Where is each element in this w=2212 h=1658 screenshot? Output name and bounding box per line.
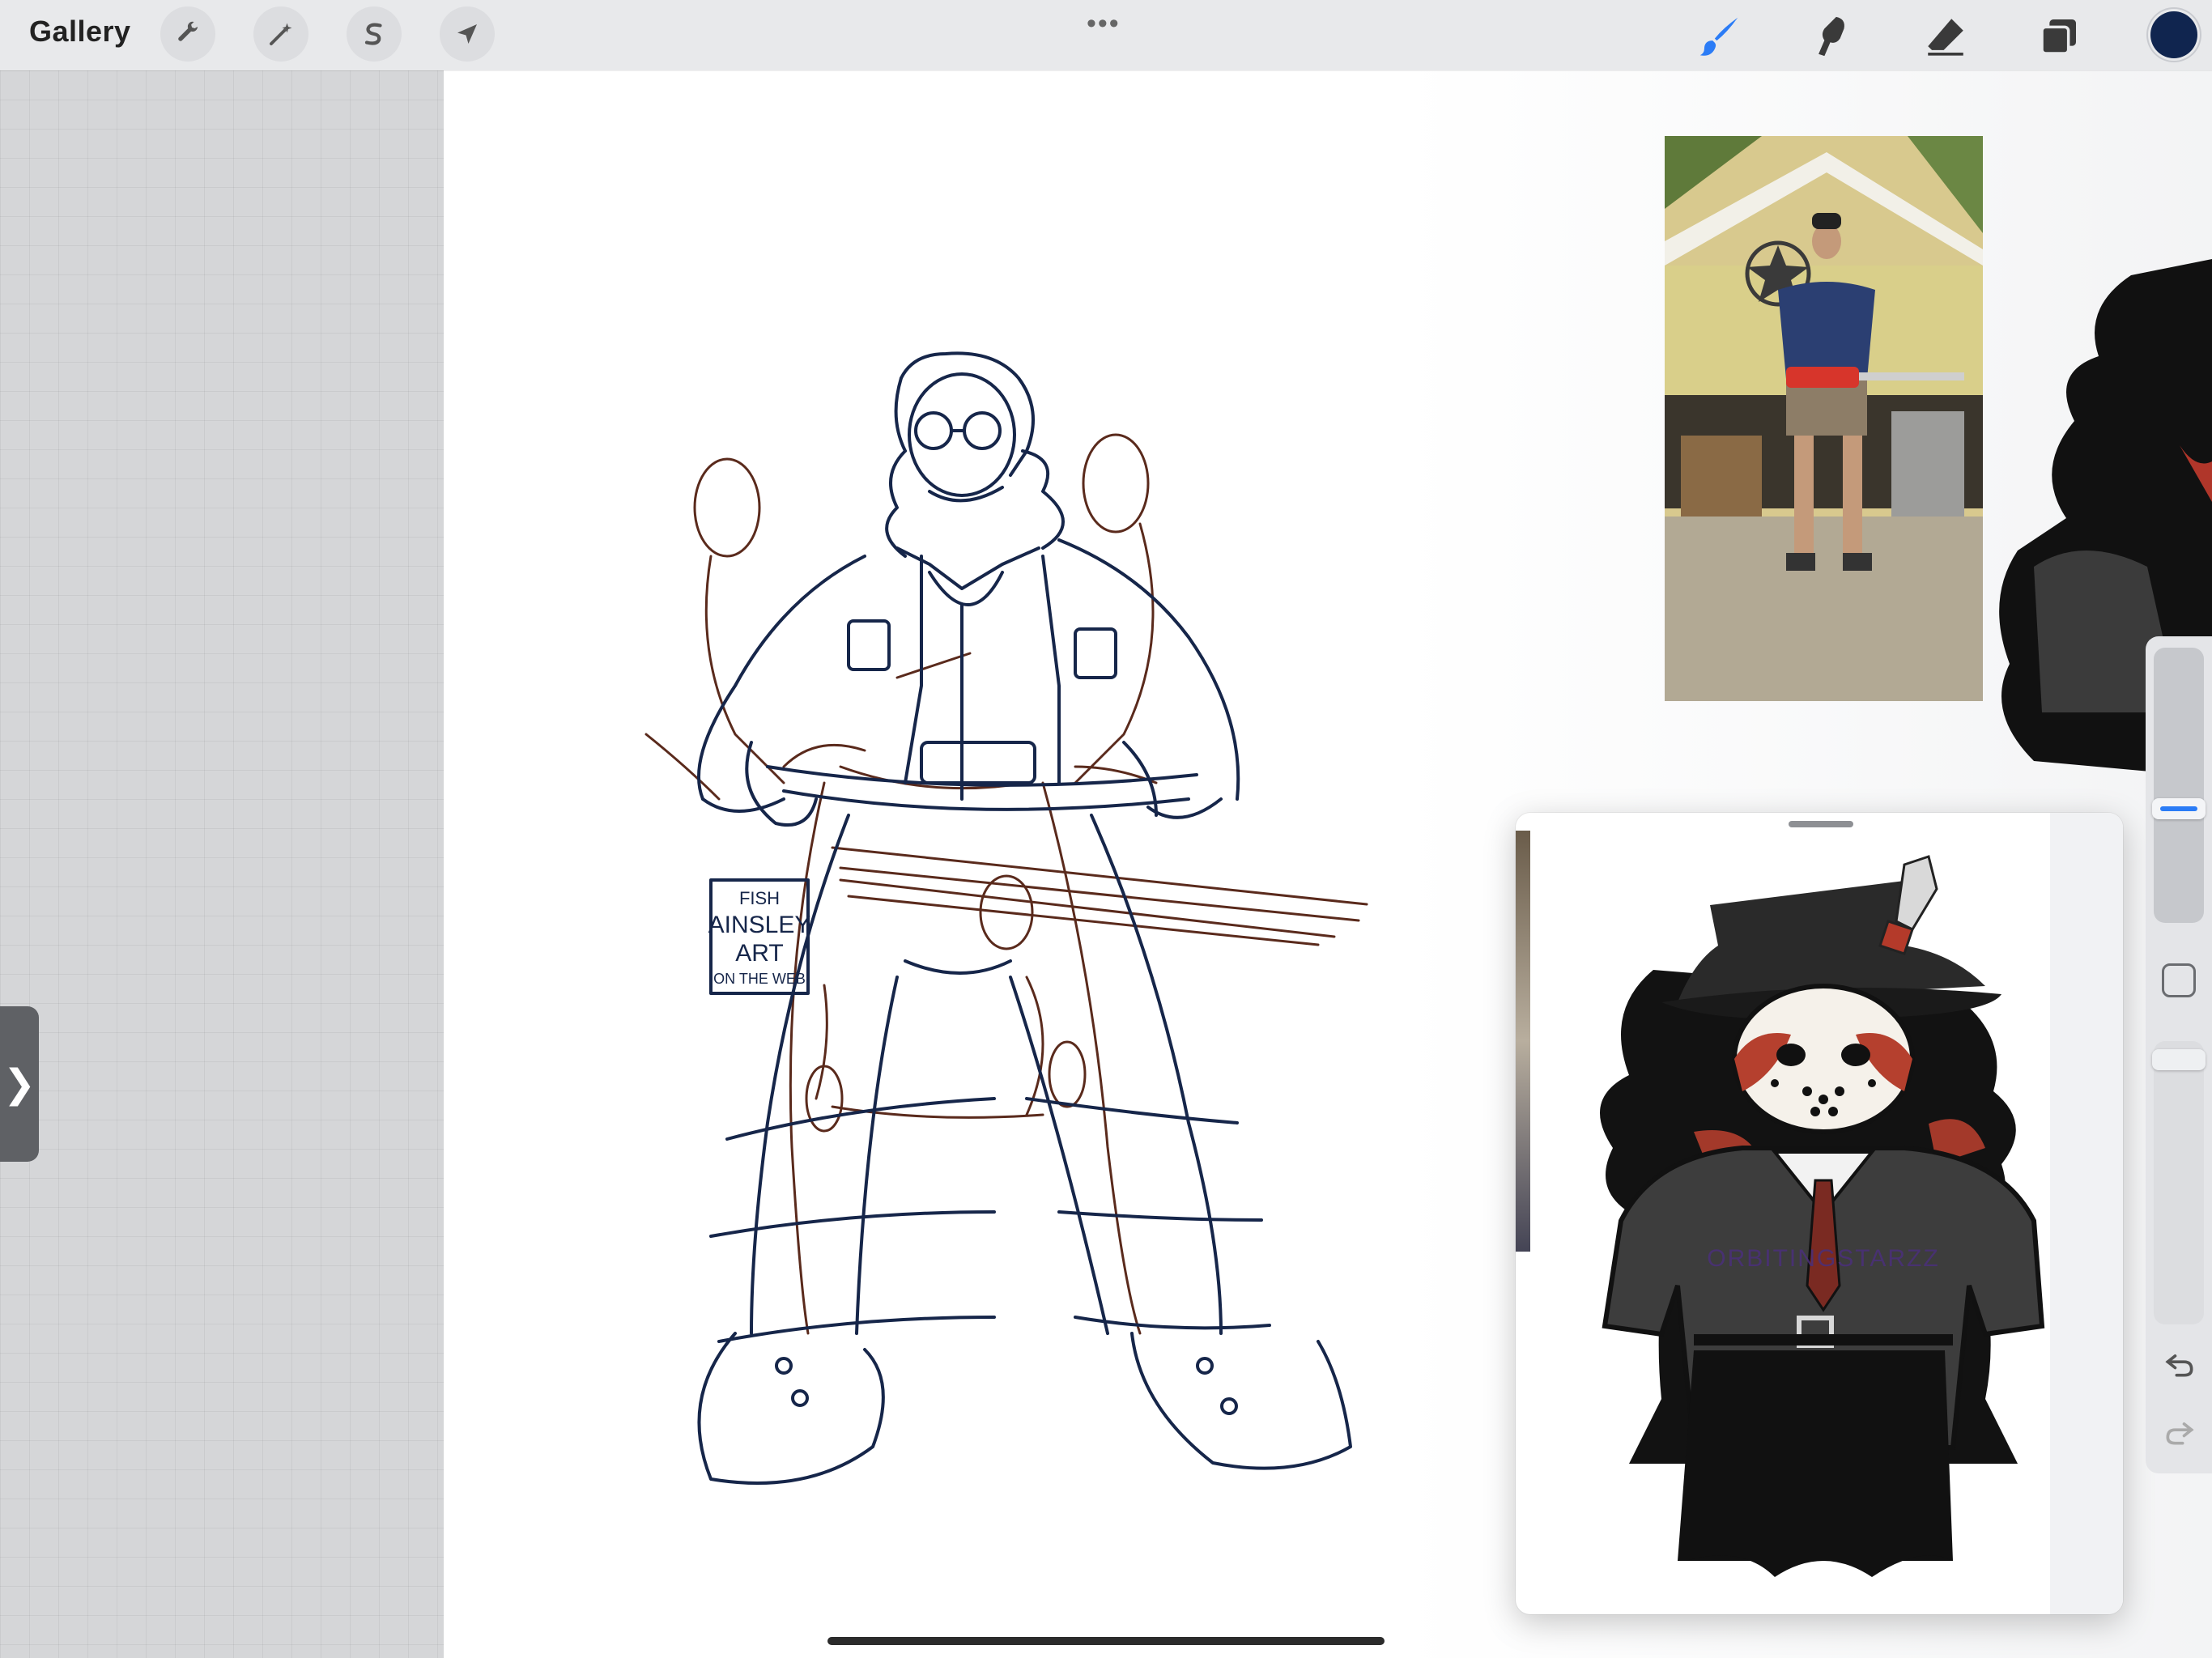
artist-stamp: FISH AINSLEY ART ON THE WEB [708, 888, 811, 987]
brush-size-slider[interactable] [2154, 648, 2204, 923]
magic-wand-icon [270, 23, 292, 45]
transform-button[interactable] [440, 6, 495, 62]
construction-lines [644, 433, 1368, 1335]
smudge-tool-button[interactable] [1804, 8, 1861, 65]
smudge-icon [1819, 16, 1844, 57]
photo-reference-image [1665, 136, 1983, 701]
selection-s-icon [364, 23, 382, 45]
selection-button[interactable] [347, 6, 402, 62]
reference-window[interactable]: ORBITINGSTARZZ [1516, 813, 2123, 1614]
opacity-knob[interactable] [2152, 1049, 2206, 1070]
stamp-line-4: ON THE WEB [713, 971, 806, 987]
reference-photo-edge [1516, 831, 1530, 1252]
photo-reference[interactable] [1665, 136, 1983, 701]
top-toolbar: Gallery ••• [0, 0, 2212, 70]
gallery-button[interactable]: Gallery [29, 15, 131, 49]
color-picker-button[interactable] [2150, 11, 2197, 58]
reference-watermark: ORBITINGSTARZZ [1707, 1245, 1939, 1272]
more-options-dots-icon[interactable]: ••• [1087, 8, 1121, 40]
brush-size-knob[interactable] [2152, 798, 2206, 819]
canvas-background-grid [0, 70, 444, 1658]
home-indicator[interactable] [827, 1637, 1385, 1645]
stamp-line-2: AINSLEY [708, 912, 811, 938]
stamp-line-3: ART [735, 940, 783, 967]
modify-square-icon[interactable] [2162, 963, 2196, 997]
eraser-icon [1928, 19, 1963, 56]
reference-window-gutter [2050, 813, 2123, 1614]
redo-button[interactable] [2162, 1414, 2197, 1449]
brush-tool-button[interactable] [1691, 8, 1747, 65]
brush-icon [1699, 17, 1738, 56]
layers-icon [2040, 19, 2076, 55]
adjustments-button[interactable] [253, 6, 308, 62]
stamp-line-1: FISH [739, 888, 780, 908]
undo-button[interactable] [2162, 1346, 2197, 1381]
actions-button[interactable] [160, 6, 215, 62]
reference-image-area: ORBITINGSTARZZ [1532, 832, 2107, 1614]
sidebar-expand-handle[interactable]: ❯ [0, 1006, 39, 1162]
redo-icon [2166, 1422, 2194, 1445]
wrench-icon [178, 21, 198, 41]
reference-character-image: ORBITINGSTARZZ [1600, 855, 2045, 1577]
eraser-tool-button[interactable] [1917, 8, 1974, 65]
opacity-slider[interactable] [2154, 1041, 2204, 1324]
arrow-cursor-icon [457, 24, 477, 44]
layers-button[interactable] [2031, 8, 2087, 65]
chevron-right-icon: ❯ [2, 1063, 36, 1106]
undo-icon [2165, 1354, 2193, 1377]
reference-window-grabber[interactable] [1789, 821, 1853, 827]
